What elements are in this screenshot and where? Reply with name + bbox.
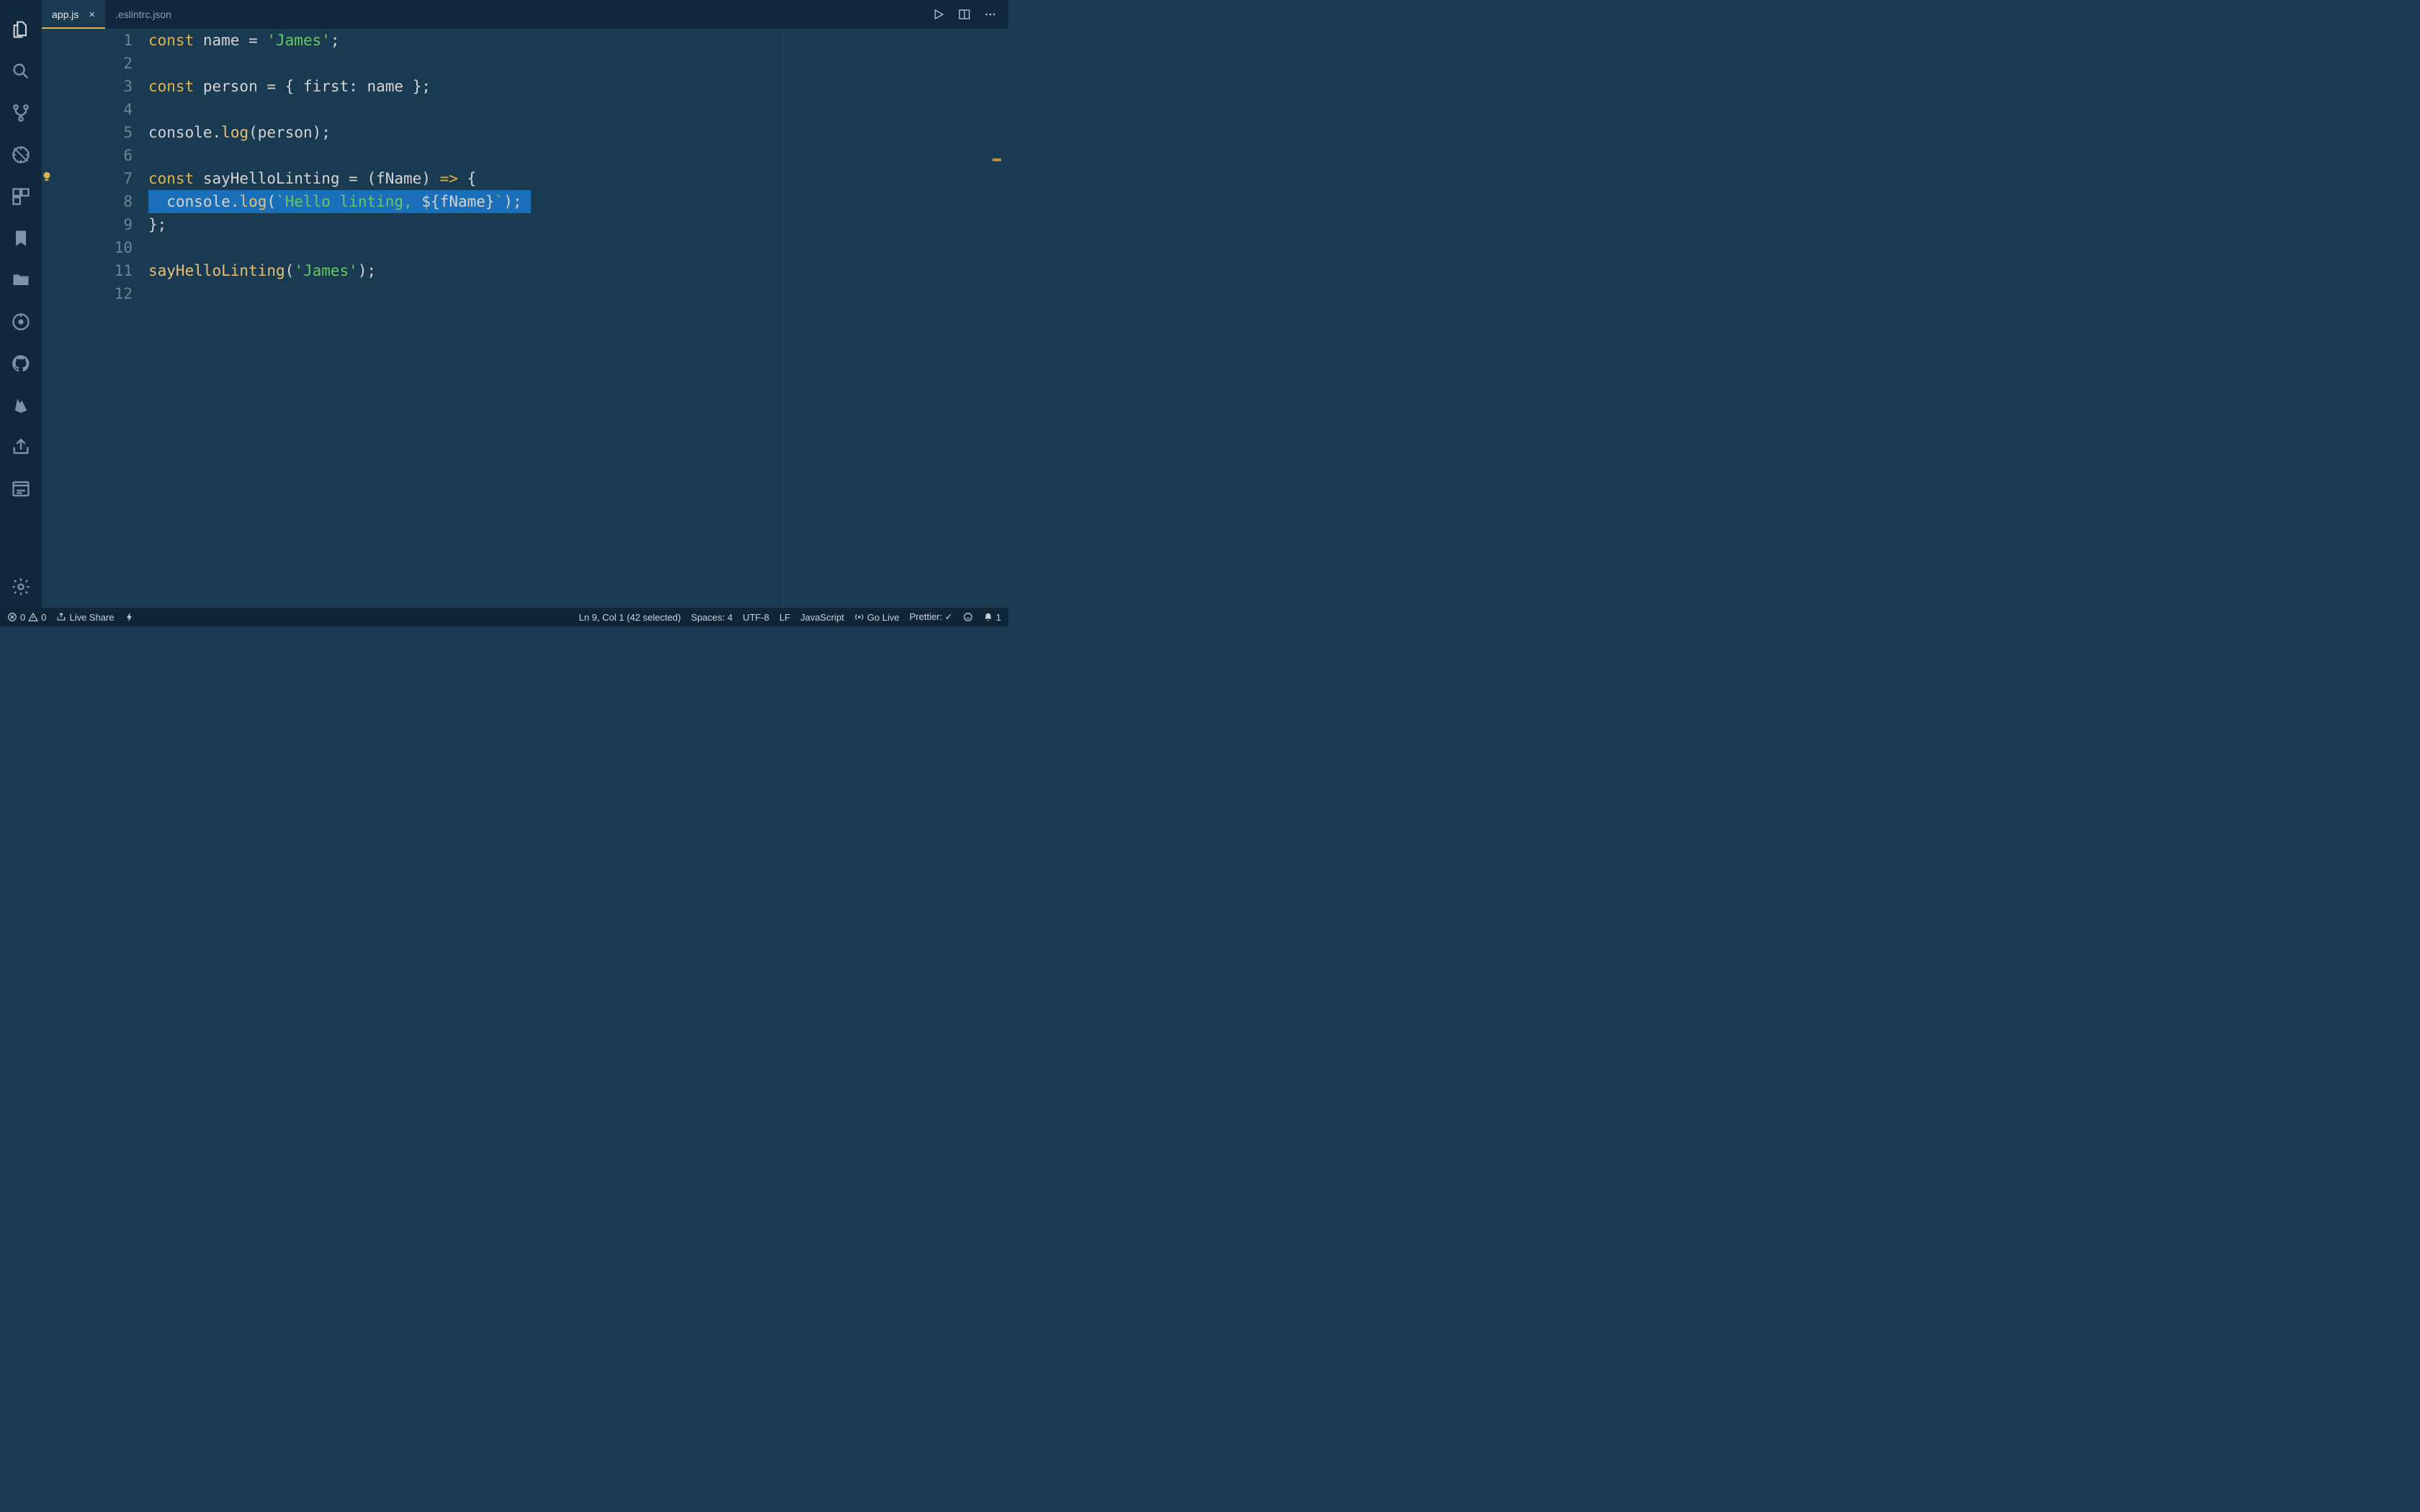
more-icon[interactable] <box>984 8 997 21</box>
split-editor-icon[interactable] <box>958 8 971 21</box>
status-bolt[interactable] <box>125 612 135 622</box>
close-icon[interactable]: × <box>86 9 95 21</box>
status-eol[interactable]: LF <box>779 612 790 623</box>
status-bar: 0 0 Live Share Ln 9, Col 1 (42 selected)… <box>0 608 1008 626</box>
search-icon[interactable] <box>0 50 42 92</box>
settings-icon[interactable] <box>0 566 42 608</box>
bookmark-icon[interactable] <box>0 217 42 259</box>
code-content[interactable]: const name = 'James'; const person = { f… <box>148 29 1008 608</box>
github-icon[interactable] <box>0 343 42 384</box>
tab-bar: app.js × .eslintrc.json <box>42 0 1008 29</box>
status-encoding[interactable]: UTF-8 <box>743 612 769 623</box>
tab-app-js[interactable]: app.js × <box>42 0 105 29</box>
status-spaces[interactable]: Spaces: 4 <box>691 612 732 623</box>
files-icon[interactable] <box>0 9 42 50</box>
bolt-icon <box>125 612 135 622</box>
status-prettier[interactable]: Prettier: ✓ <box>910 611 953 623</box>
status-errors[interactable]: 0 0 <box>7 612 46 623</box>
code-editor[interactable]: 1234 5678 9101112 const name = 'James'; … <box>42 29 1008 608</box>
main-container: app.js × .eslintrc.json 1234 5678 910111… <box>0 0 1008 608</box>
source-control-icon[interactable] <box>0 92 42 134</box>
lightbulb-icon[interactable] <box>40 170 53 183</box>
firebase-icon[interactable] <box>0 384 42 426</box>
extensions-icon[interactable] <box>0 176 42 217</box>
folder-icon[interactable] <box>0 259 42 301</box>
broadcast-icon <box>854 612 864 622</box>
error-icon <box>7 612 17 622</box>
tab-label: .eslintrc.json <box>115 9 171 20</box>
smiley-icon <box>963 612 973 622</box>
bell-icon <box>983 612 993 622</box>
activity-bar <box>0 0 42 608</box>
status-notifications[interactable]: 1 <box>983 612 1001 623</box>
debug-icon[interactable] <box>0 134 42 176</box>
tab-actions <box>932 0 1008 29</box>
tab-label: app.js <box>52 9 79 20</box>
tab-eslintrc[interactable]: .eslintrc.json <box>105 0 182 29</box>
run-icon[interactable] <box>932 8 945 21</box>
status-live-share[interactable]: Live Share <box>56 612 114 623</box>
share-icon[interactable] <box>0 426 42 468</box>
status-cursor[interactable]: Ln 9, Col 1 (42 selected) <box>579 612 681 623</box>
status-go-live[interactable]: Go Live <box>854 612 900 623</box>
line-gutter: 1234 5678 9101112 <box>42 29 148 608</box>
liveshare-icon <box>56 612 66 622</box>
browser-icon[interactable] <box>0 468 42 510</box>
warning-icon <box>28 612 38 622</box>
status-feedback[interactable] <box>963 612 973 622</box>
gitlens-icon[interactable] <box>0 301 42 343</box>
status-language[interactable]: JavaScript <box>800 612 844 623</box>
editor-area: app.js × .eslintrc.json 1234 5678 910111… <box>42 0 1008 608</box>
